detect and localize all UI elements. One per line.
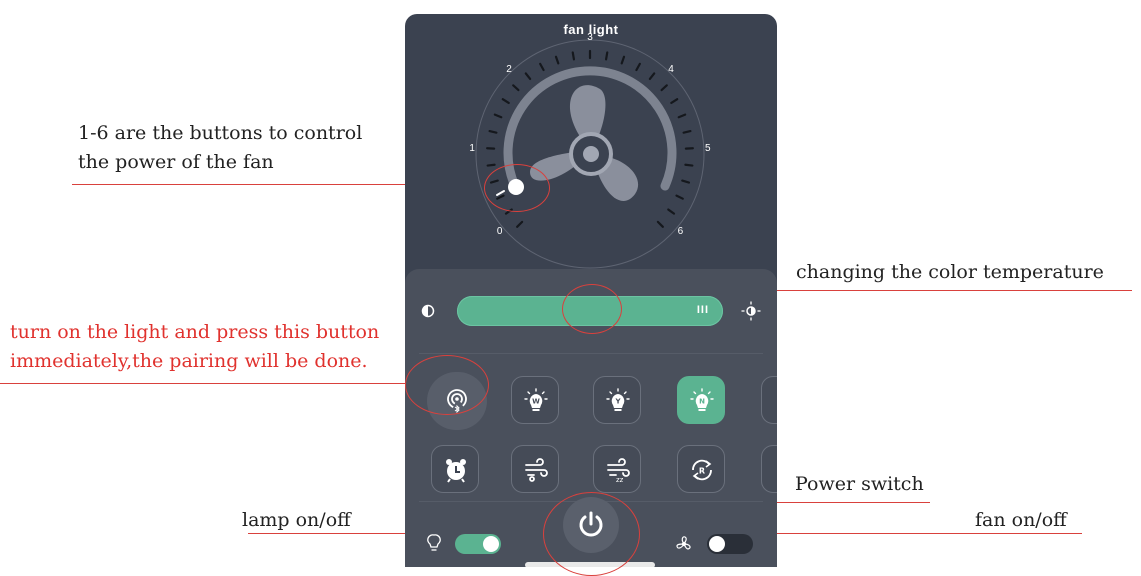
dial-tick [676,196,682,199]
bulb-icon: Y [605,388,631,414]
dial-tick [606,52,607,59]
dial-tick [658,222,663,227]
annotation-pairing: turn on the light and press this button … [10,320,379,374]
annotation-pairing-line1: turn on the light and press this button [10,320,379,345]
dial-level-1[interactable]: 1 [469,143,475,154]
natural-wind-button[interactable] [511,445,559,493]
dial-tick [684,131,691,133]
annotation-fan-power-line2: the power of the fan [78,150,362,175]
dial-tick [540,64,543,70]
annotation-power-switch: Power switch [795,472,924,497]
dial-level-4[interactable]: 4 [668,64,674,75]
annotation-circle-slider [562,284,622,334]
dial-tick [682,181,689,183]
reverse-button[interactable]: R [677,445,725,493]
fan-toggle[interactable] [707,534,753,554]
reverse-letter: R [699,467,705,476]
light-button-letter: Y [614,398,621,406]
dial-tick [668,210,674,214]
warm-light-icon [421,304,435,318]
dial-tick [503,99,509,103]
wind-natural-icon [523,457,549,483]
dial-tick [622,57,624,64]
light-button-y[interactable]: Y [593,376,641,424]
light-button-more[interactable] [761,376,777,424]
annotation-fan-toggle: fan on/off [975,508,1067,533]
fan-toggle-knob [709,536,725,552]
dial-level-5[interactable]: 5 [705,143,711,154]
light-button-n[interactable]: N [677,376,725,424]
dial-level-0[interactable]: 0 [497,226,503,237]
dial-tick [636,64,639,70]
annotation-pairing-line2: immediately,the pairing will be done. [10,349,379,374]
dial-tick [662,85,667,90]
annotation-pairing-line [0,383,410,384]
annotation-fan-power-line1: 1-6 are the buttons to control [78,121,362,146]
cool-light-icon [741,301,761,321]
dial-tick [685,165,692,166]
lamp-toggle[interactable] [455,534,501,554]
wind-sleep-icon: zz [605,457,631,483]
dial-level-3[interactable]: 3 [587,32,593,43]
dial-level-2[interactable]: 2 [506,64,512,75]
annotation-circle-power [543,492,640,576]
timer-button[interactable] [431,445,479,493]
dial-tick [526,73,530,78]
light-button-letter: W [532,398,540,406]
alarm-clock-icon [443,457,469,483]
reverse-icon: R [689,457,715,483]
annotation-lamp-toggle: lamp on/off [242,508,351,533]
dial-tick [573,52,574,59]
annotation-circle-dial-knob [484,164,550,212]
mode-button-more[interactable] [761,445,777,493]
fan-dial: 0 1 2 3 4 5 6 [405,14,777,269]
dial-tick [513,85,518,90]
annotation-circle-pairing [405,355,489,415]
dial-tick [517,222,522,227]
dial-tick [490,131,497,133]
dial-tick [650,73,654,78]
lamp-icon [427,534,441,552]
dial-tick [671,99,677,103]
light-button-letter: N [699,398,705,406]
bulb-icon: W [523,388,549,414]
dial-tick [556,57,558,64]
dial-tick [488,165,495,166]
bulb-icon: N [689,388,715,414]
annotation-fan-power: 1-6 are the buttons to control the power… [78,121,362,175]
sleep-wind-button[interactable]: zz [593,445,641,493]
dial-tick [679,115,685,118]
lamp-toggle-knob [483,536,499,552]
annotation-fan-toggle-line [760,533,1082,534]
fan-icon [675,535,693,553]
dial-level-6[interactable]: 6 [678,226,684,237]
divider-1 [419,353,763,354]
annotation-color-temp: changing the color temperature [796,260,1104,285]
light-button-w[interactable]: W [511,376,559,424]
dial-tick [495,115,501,118]
svg-text:zz: zz [616,476,624,483]
slider-grip[interactable]: III [697,304,709,316]
